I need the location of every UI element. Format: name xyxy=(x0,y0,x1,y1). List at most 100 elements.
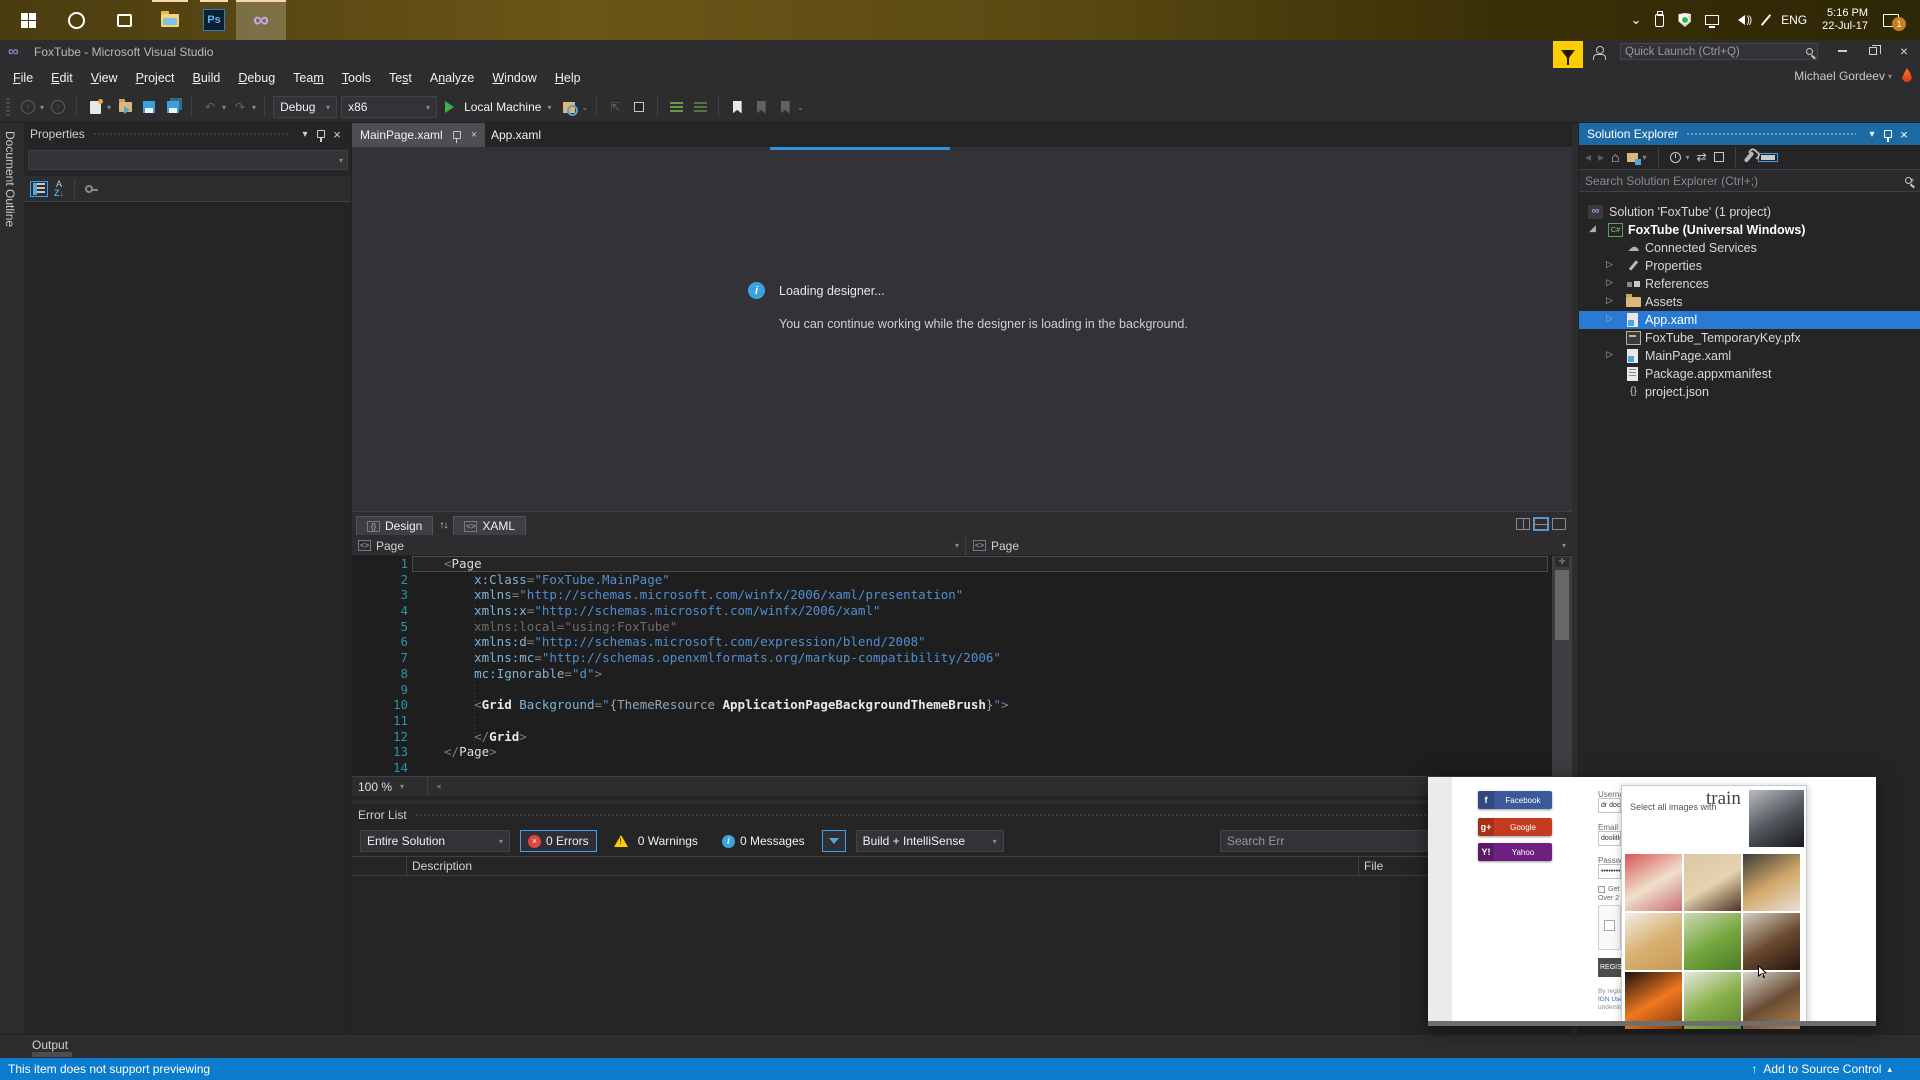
save-button[interactable] xyxy=(139,96,159,118)
quick-launch-input[interactable]: Quick Launch (Ctrl+Q) xyxy=(1620,43,1818,60)
tree-item-project-json[interactable]: {} project.json xyxy=(1579,383,1920,401)
tree-item-foxtube-universal-windows-[interactable]: ◢ C# FoxTube (Universal Windows) xyxy=(1579,221,1920,239)
forward-button[interactable]: ▸ xyxy=(1598,150,1604,164)
chevron-down-icon[interactable]: ▾ xyxy=(297,129,313,140)
close-icon[interactable]: × xyxy=(1896,127,1912,142)
tree-item-package-appxmanifest[interactable]: Package.appxmanifest xyxy=(1579,365,1920,383)
scroll-left-icon[interactable]: ◂ xyxy=(436,781,441,792)
code-line-8[interactable]: 8 mc:Ignorable="d"> xyxy=(352,666,1572,682)
errors-filter-button[interactable]: × 0 Errors xyxy=(520,830,597,852)
close-icon[interactable]: × xyxy=(471,129,477,141)
navigate-back-button[interactable]: ‹ xyxy=(18,96,38,118)
expander-collapsed-icon[interactable]: ▷ xyxy=(1606,349,1613,360)
defender-shield-icon[interactable] xyxy=(1678,13,1692,27)
collapse-pane-button[interactable] xyxy=(1552,517,1566,530)
breadcrumb-left[interactable]: <> Page ▾ xyxy=(352,535,965,556)
menu-analyze[interactable]: Analyze xyxy=(421,68,483,88)
floating-preview-window[interactable]: fFacebookg+GoogleY!Yahoo Userna dr dooli… xyxy=(1428,777,1876,1029)
undo-button[interactable]: ↶ xyxy=(200,96,220,118)
solution-explorer-header[interactable]: Solution Explorer ▾ × xyxy=(1579,123,1920,145)
code-line-2[interactable]: 2 x:Class="FoxTube.MainPage" xyxy=(352,572,1572,588)
tree-item-references[interactable]: ▷ References xyxy=(1579,275,1920,293)
back-button[interactable]: ◂ xyxy=(1585,150,1591,164)
new-file-button[interactable] xyxy=(85,96,105,118)
captcha-tile-pancakes-coffee[interactable] xyxy=(1743,854,1800,911)
messages-filter-button[interactable]: i 0 Messages xyxy=(715,830,812,852)
properties-button[interactable] xyxy=(1743,151,1755,163)
expander-collapsed-icon[interactable]: ▷ xyxy=(1606,277,1613,288)
expander-expanded-icon[interactable]: ◢ xyxy=(1589,223,1596,234)
network-icon[interactable] xyxy=(1705,15,1720,28)
tab-design[interactable]: {} Design xyxy=(356,516,434,535)
chevron-down-icon[interactable]: ▾ xyxy=(1686,153,1690,162)
chevron-down-icon[interactable]: ▾ xyxy=(222,103,226,112)
captcha-tile-breakfast-plate[interactable] xyxy=(1625,913,1682,970)
drag-handle[interactable] xyxy=(92,131,289,137)
configuration-dropdown[interactable]: Debug ▾ xyxy=(273,96,338,118)
output-tab[interactable]: Output xyxy=(32,1038,68,1052)
menu-test[interactable]: Test xyxy=(380,68,421,88)
tree-item-foxtube-temporarykey-pfx[interactable]: FoxTube_TemporaryKey.pfx xyxy=(1579,329,1920,347)
menu-file[interactable]: File xyxy=(4,68,42,88)
vertical-split-button[interactable] xyxy=(1516,517,1530,530)
show-all-files-button[interactable] xyxy=(1757,152,1778,162)
start-button[interactable] xyxy=(8,0,48,40)
tree-item-app-xaml[interactable]: ▷ App.xaml xyxy=(1579,311,1920,329)
menu-window[interactable]: Window xyxy=(483,68,545,88)
google-login-button[interactable]: g+ Google xyxy=(1478,818,1552,836)
code-line-4[interactable]: 4 xmlns:x="http://schemas.microsoft.com/… xyxy=(352,603,1572,619)
code-line-9[interactable]: 9 xyxy=(352,682,1572,698)
properties-object-dropdown[interactable]: ▾ xyxy=(28,150,348,170)
usb-icon[interactable] xyxy=(1655,10,1665,27)
sign-in-icon[interactable] xyxy=(1592,46,1606,60)
tree-item-mainpage-xaml[interactable]: ▷ MainPage.xaml xyxy=(1579,347,1920,365)
yahoo-login-button[interactable]: Y! Yahoo xyxy=(1478,843,1552,861)
comment-button[interactable] xyxy=(666,96,686,118)
pen-icon[interactable] xyxy=(1760,13,1772,27)
warnings-filter-button[interactable]: ! 0 Warnings xyxy=(607,830,705,852)
register-button[interactable]: REGIS xyxy=(1598,958,1621,977)
overflow-chevron-icon[interactable]: ⌄ xyxy=(581,103,588,112)
properties-header[interactable]: Properties ▾ × xyxy=(24,123,351,145)
expander-collapsed-icon[interactable]: ▷ xyxy=(1606,259,1613,270)
horizontal-split-button[interactable] xyxy=(1533,516,1549,531)
menu-help[interactable]: Help xyxy=(546,68,590,88)
close-button[interactable]: × xyxy=(1888,40,1920,62)
uncomment-button[interactable] xyxy=(690,96,710,118)
overflow-chevron-icon[interactable]: ⌄ xyxy=(797,103,804,112)
breadcrumb-right[interactable]: <> Page ▾ xyxy=(967,535,1572,556)
clock[interactable]: 5:16 PM 22-Jul-17 xyxy=(1822,7,1868,33)
scope-dropdown[interactable]: Entire Solution ▾ xyxy=(360,830,510,852)
password-field[interactable]: •••••••• xyxy=(1598,864,1621,879)
tab-xaml[interactable]: <> XAML xyxy=(453,516,527,535)
menu-debug[interactable]: Debug xyxy=(229,68,284,88)
code-line-1[interactable]: 1 <Page xyxy=(352,556,1572,572)
add-to-source-control[interactable]: ↑ Add to Source Control ▴ xyxy=(1751,1062,1892,1076)
email-field[interactable]: doolitle xyxy=(1598,831,1621,846)
home-button[interactable]: ⌂ xyxy=(1611,149,1619,165)
menu-edit[interactable]: Edit xyxy=(42,68,82,88)
splitter-grip-icon[interactable]: ✛ xyxy=(1555,557,1569,567)
drag-handle[interactable] xyxy=(414,812,1558,818)
properties-key-icon[interactable] xyxy=(85,184,98,193)
menu-view[interactable]: View xyxy=(82,68,127,88)
cortana-button[interactable] xyxy=(56,0,96,40)
swap-panes-icon[interactable]: ↑↓ xyxy=(439,520,448,531)
taskbar-visual-studio[interactable]: ∞ xyxy=(236,0,286,40)
attach-to-process-button[interactable] xyxy=(559,96,579,118)
menu-team[interactable]: Team xyxy=(284,68,333,88)
expander-collapsed-icon[interactable]: ▷ xyxy=(1606,313,1613,324)
start-debug-button[interactable]: Local Machine ▾ xyxy=(441,100,555,114)
chevron-down-icon[interactable]: ▾ xyxy=(107,103,111,112)
expander-collapsed-icon[interactable]: ▷ xyxy=(1606,295,1613,306)
previous-bookmark-button[interactable] xyxy=(751,96,771,118)
tree-item-solution-foxtube-1-project-[interactable]: ∞ Solution 'FoxTube' (1 project) xyxy=(1579,203,1920,221)
scrollbar-thumb[interactable] xyxy=(1555,570,1569,640)
code-line-14[interactable]: 14 xyxy=(352,760,1572,776)
error-list-header[interactable]: Error List xyxy=(352,804,1572,826)
filter-button[interactable] xyxy=(821,830,846,852)
captcha-tile-coffee-beans-cup[interactable] xyxy=(1743,913,1800,970)
pin-icon[interactable] xyxy=(1884,130,1892,142)
code-line-10[interactable]: 10 <Grid Background="{ThemeResource Appl… xyxy=(352,697,1572,713)
tray-chevron-icon[interactable]: ⌄ xyxy=(1631,12,1642,28)
